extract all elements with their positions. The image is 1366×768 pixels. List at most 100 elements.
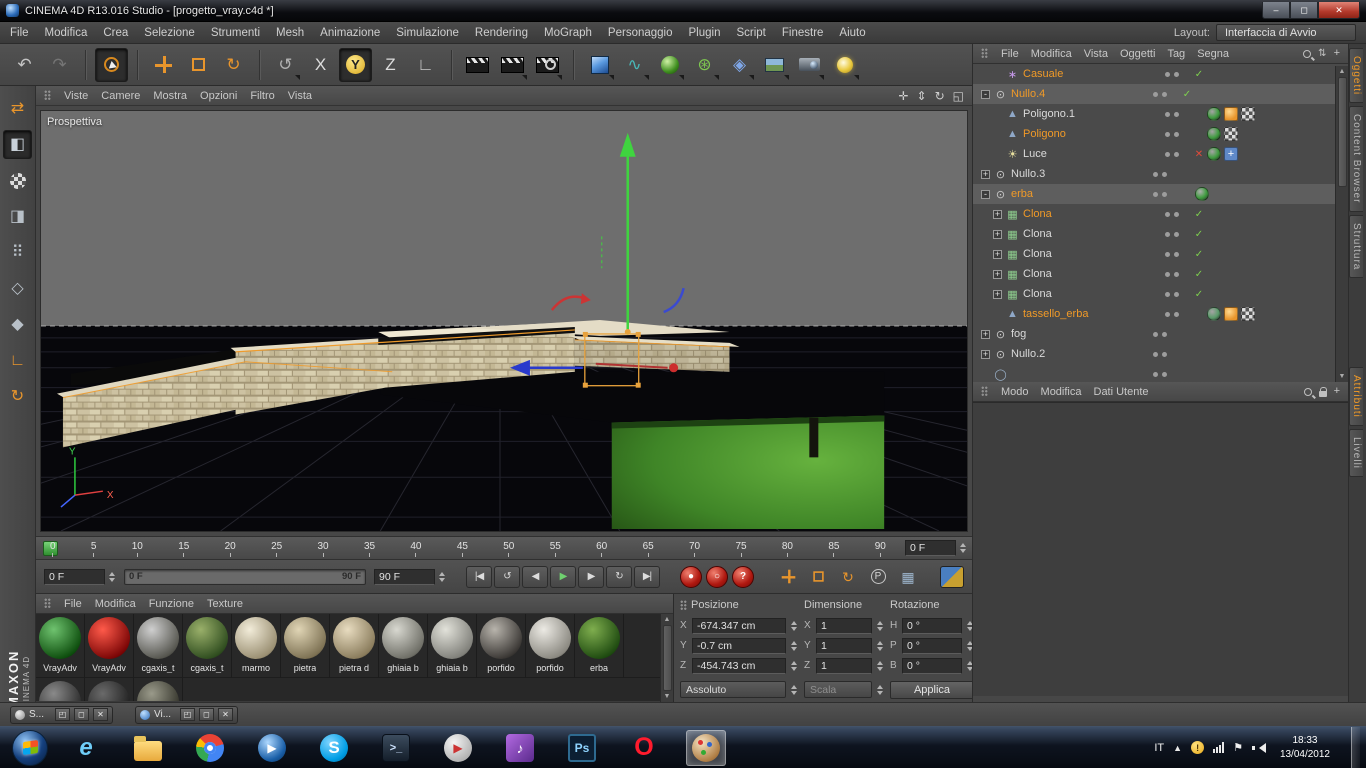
menu-item[interactable]: Selezione [144, 27, 195, 39]
VrayAdv[interactable]: VrayAdv [85, 614, 134, 678]
search-icon[interactable] [1303, 387, 1312, 396]
attribute-manager-menu-item[interactable]: Dati Utente [1094, 386, 1149, 398]
VrayAdv[interactable]: VrayAdv [36, 614, 85, 678]
timeline-tick[interactable]: 5 [91, 541, 97, 557]
menu-item[interactable]: MoGraph [544, 27, 592, 39]
key-scale-toggle[interactable] [806, 566, 830, 588]
taskbar-chrome[interactable] [190, 730, 230, 766]
timeline-tick[interactable]: 65 [643, 541, 654, 557]
viewport-canvas[interactable]: X Y Prospettiva [40, 110, 968, 532]
stepper[interactable] [875, 684, 884, 695]
visibility-dots-icon[interactable] [1153, 171, 1179, 177]
marmo[interactable]: marmo [232, 614, 281, 678]
subdivision-surface-button[interactable] [653, 48, 686, 82]
object-tassello-erba[interactable]: ▲ tassello_erba [973, 304, 1348, 324]
prev-key-button[interactable]: ↺ [494, 565, 520, 588]
redo-button[interactable]: ↷ [43, 48, 76, 82]
object-manager-menu-item[interactable]: Segna [1197, 48, 1229, 60]
viewport-menu-item[interactable]: Filtro [250, 90, 274, 102]
rotation-input[interactable]: 0 ° [902, 657, 962, 674]
dolly-view-button[interactable]: ⇕ [917, 89, 927, 103]
maximize-button[interactable]: ◻ [199, 708, 214, 721]
timeline-tick[interactable]: 15 [178, 541, 189, 557]
expander-icon[interactable]: + [993, 229, 1002, 239]
menu-item[interactable]: File [10, 27, 29, 39]
panel-grip-icon[interactable] [680, 599, 687, 611]
next-frame-button[interactable]: ▶ [578, 565, 604, 588]
show-hidden-icons-button[interactable]: ▲ [1173, 743, 1182, 753]
timeline-tick[interactable]: 85 [828, 541, 839, 557]
menu-item[interactable]: Simulazione [396, 27, 459, 39]
panel-grip-icon[interactable] [44, 90, 51, 101]
object-manager-menu-item[interactable]: Vista [1084, 48, 1108, 60]
object-partial[interactable]: ◯ [973, 364, 1348, 382]
show-desktop-button[interactable] [1351, 726, 1360, 768]
object-label[interactable]: Nullo.4 [1011, 88, 1153, 100]
menu-item[interactable]: Finestre [782, 27, 824, 39]
object-manager-scrollbar[interactable]: ▲ ▼ [1335, 66, 1348, 382]
visibility-dots-icon[interactable] [1153, 371, 1179, 377]
scale-mode-dropdown[interactable]: Scala [804, 681, 872, 698]
timeline-ruler[interactable]: 0 5 10 15 20 25 30 35 40 45 50 55 60 65 70 75 80 85 90 0 F [36, 536, 972, 560]
key-parameter-toggle[interactable]: P [866, 566, 890, 588]
visibility-dots-icon[interactable] [1165, 211, 1191, 217]
taskbar-skype[interactable]: S [314, 730, 354, 766]
mograph-button[interactable]: ⊛ [688, 48, 721, 82]
enabled-state-icon[interactable]: ✕ [1191, 149, 1207, 160]
visibility-dots-icon[interactable] [1153, 91, 1179, 97]
stepper[interactable] [107, 571, 116, 582]
environment-button[interactable] [758, 48, 791, 82]
render-settings-button[interactable] [531, 48, 564, 82]
apply-button[interactable]: Applica [890, 680, 974, 699]
visibility-dots-icon[interactable] [1165, 71, 1191, 77]
enabled-state-icon[interactable]: ✓ [1191, 209, 1207, 220]
autokeying-button[interactable]: ○ [706, 565, 728, 588]
object-clona[interactable]: + ▦ Clona ✓ [973, 204, 1348, 224]
timeline-tick[interactable]: 60 [596, 541, 607, 557]
attribute-manager-menu-item[interactable]: Modifica [1041, 386, 1082, 398]
object-fog[interactable]: + ⊙ fog [973, 324, 1348, 344]
move-button[interactable] [147, 48, 180, 82]
cgaxis_t[interactable]: cgaxis_t [183, 614, 232, 678]
object-manager-menu-item[interactable]: Tag [1167, 48, 1185, 60]
object-luce[interactable]: ☀ Luce ✕ [973, 144, 1348, 164]
position-input[interactable]: -0.7 cm [692, 637, 786, 654]
polygons-mode-button[interactable]: ◆ [3, 310, 32, 339]
object-label[interactable]: tassello_erba [1023, 308, 1165, 320]
stepper[interactable] [789, 640, 798, 651]
record-help-button[interactable]: ? [732, 565, 754, 588]
scale-button[interactable] [182, 48, 215, 82]
timeline-tick[interactable]: 25 [271, 541, 282, 557]
current-frame-input[interactable]: 0 F [44, 568, 105, 585]
lock-y-axis-button[interactable]: Y [339, 47, 372, 82]
add-icon[interactable]: + [1334, 386, 1340, 397]
stepper[interactable] [789, 684, 798, 695]
object-nullo3[interactable]: + ⊙ Nullo.3 [973, 164, 1348, 184]
object-nullo2[interactable]: + ⊙ Nullo.2 [973, 344, 1348, 364]
render-to-picture-viewer-button[interactable] [496, 48, 529, 82]
expander-icon[interactable]: + [993, 249, 1002, 259]
expander-icon[interactable]: + [981, 329, 990, 339]
expander-icon[interactable]: - [981, 89, 990, 99]
lock-x-axis-button[interactable]: X [304, 48, 337, 82]
side-tab[interactable]: Content Browser [1349, 106, 1363, 212]
material-scrollbar[interactable]: ▲ ▼ [660, 614, 673, 702]
render-view-button[interactable] [461, 48, 494, 82]
visibility-dots-icon[interactable] [1165, 151, 1191, 157]
object-label[interactable]: Casuale [1023, 68, 1165, 80]
points-mode-button[interactable]: ⠿ [3, 238, 32, 267]
stepper[interactable] [789, 660, 798, 671]
stepper[interactable] [875, 640, 884, 651]
object-manager-menu-item[interactable]: Modifica [1031, 48, 1072, 60]
texture-tag-icon[interactable] [1207, 147, 1221, 161]
dimension-input[interactable]: 1 [816, 637, 872, 654]
material-item[interactable] [134, 678, 183, 701]
object-nullo4[interactable]: - ⊙ Nullo.4 ✓ [973, 84, 1348, 104]
tool-history-button[interactable]: ↺ [269, 48, 302, 82]
ghiaia b[interactable]: ghiaia b [379, 614, 428, 678]
rotate-view-button[interactable]: ↻ [935, 89, 945, 103]
visibility-dots-icon[interactable] [1153, 351, 1179, 357]
object-label[interactable]: fog [1011, 328, 1153, 340]
object-label[interactable]: Poligono.1 [1023, 108, 1165, 120]
taskbar-opera[interactable]: O [624, 730, 664, 766]
